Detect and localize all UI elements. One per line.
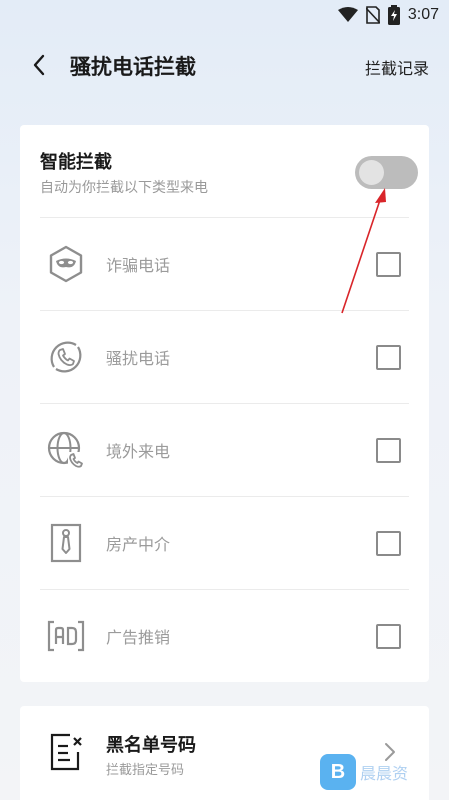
type-row-harassment[interactable]: 骚扰电话 xyxy=(20,311,429,403)
chevron-left-icon xyxy=(33,54,45,76)
toggle-knob xyxy=(359,160,384,185)
watermark-text: 晨晨资 xyxy=(360,764,409,783)
wifi-icon xyxy=(337,7,358,22)
blacklist-title: 黑名单号码 xyxy=(106,735,196,756)
phone-harass-icon xyxy=(44,335,88,379)
advert-icon xyxy=(44,614,88,658)
type-label: 诈骗电话 xyxy=(106,256,171,275)
type-checkbox[interactable] xyxy=(376,531,401,556)
no-sim-icon xyxy=(365,6,380,24)
status-icons: 3:07 xyxy=(337,5,439,25)
type-row-fraud[interactable]: 诈骗电话 xyxy=(20,218,429,310)
blacklist-doc-icon xyxy=(50,733,82,771)
real-estate-agent-icon xyxy=(44,521,88,565)
type-row-real-estate[interactable]: 房产中介 xyxy=(20,497,429,589)
type-checkbox[interactable] xyxy=(376,345,401,370)
smart-intercept-subtitle: 自动为你拦截以下类型来电 xyxy=(40,180,208,196)
status-time: 3:07 xyxy=(407,6,439,23)
type-label: 境外来电 xyxy=(106,442,171,461)
smart-intercept-card: 智能拦截 自动为你拦截以下类型来电 诈骗电话 骚扰电话 境外来电 房产中介 广告… xyxy=(20,125,429,682)
smart-intercept-row: 智能拦截 自动为你拦截以下类型来电 xyxy=(20,125,429,217)
intercept-record-link[interactable]: 拦截记录 xyxy=(365,55,429,79)
type-label: 广告推销 xyxy=(106,628,171,647)
type-label: 房产中介 xyxy=(106,535,171,554)
header: 骚扰电话拦截 拦截记录 xyxy=(0,40,449,90)
back-button[interactable] xyxy=(26,52,52,78)
type-label: 骚扰电话 xyxy=(106,349,171,368)
page-title: 骚扰电话拦截 xyxy=(70,55,196,79)
type-checkbox[interactable] xyxy=(376,438,401,463)
watermark-logo: B xyxy=(320,754,356,790)
type-checkbox[interactable] xyxy=(376,624,401,649)
battery-charging-icon xyxy=(387,5,400,25)
type-row-overseas[interactable]: 境外来电 xyxy=(20,404,429,496)
globe-phone-icon xyxy=(44,428,88,472)
smart-intercept-title: 智能拦截 xyxy=(40,152,112,173)
blacklist-subtitle: 拦截指定号码 xyxy=(106,763,185,778)
fraud-mask-icon xyxy=(44,242,88,286)
smart-intercept-toggle[interactable] xyxy=(355,156,418,189)
watermark: B 晨晨资 xyxy=(320,750,449,794)
type-row-advert[interactable]: 广告推销 xyxy=(20,590,429,682)
type-checkbox[interactable] xyxy=(376,252,401,277)
status-bar: 3:07 xyxy=(0,0,449,30)
